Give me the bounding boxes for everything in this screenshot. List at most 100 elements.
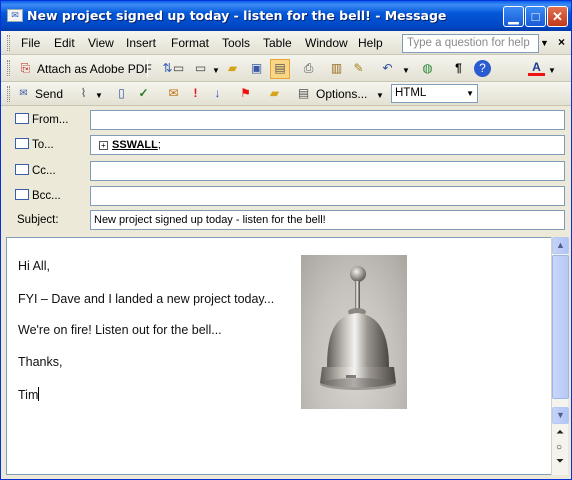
cc-button[interactable]: Cc...	[15, 161, 83, 181]
flag-icon[interactable]: ⚑	[237, 85, 254, 102]
new-document-icon[interactable]: ▭	[170, 60, 187, 77]
address-book-icon[interactable]: ▯	[113, 85, 130, 102]
menu-format[interactable]: Format	[171, 36, 209, 50]
attach-as-pdf-button[interactable]: Attach as Adobe PDF	[37, 62, 152, 76]
envelope-icon: ✉	[7, 9, 23, 22]
question-dropdown-icon[interactable]: ▼	[540, 38, 549, 48]
signature: Tim	[18, 388, 39, 402]
menu-insert[interactable]: Insert	[126, 36, 156, 50]
importance-high-icon[interactable]: !	[187, 85, 204, 102]
message-window: ✉ New project signed up today - listen f…	[0, 0, 572, 480]
from-label: From...	[32, 114, 69, 126]
print-preview-icon[interactable]: ▭	[192, 60, 209, 77]
address-book-icon	[15, 164, 29, 175]
menu-help[interactable]: Help	[358, 36, 383, 50]
message-body[interactable]: Hi All, FYI – Dave and I landed a new pr…	[6, 237, 551, 475]
address-book-icon	[15, 189, 29, 200]
close-document-icon[interactable]: ×	[558, 35, 565, 49]
body-line: Hi All,	[18, 259, 50, 273]
hyperlink-icon[interactable]: ◍	[419, 60, 436, 77]
spell-check-icon[interactable]: ✓	[135, 85, 152, 102]
font-color-icon[interactable]: A	[528, 59, 545, 76]
scroll-up-icon[interactable]: ▲	[552, 237, 569, 254]
standard-toolbar: ⎘ Attach as Adobe PDF ⇅ ▭ ▭ ▼ ▰ ▣ ▤ ⎙ ▥ …	[1, 55, 571, 82]
paperclip-icon[interactable]: ⌇	[75, 85, 92, 102]
format-painter-icon[interactable]: ✎	[350, 60, 367, 77]
to-field[interactable]: + SSWALL;	[90, 135, 565, 155]
maximize-button[interactable]: □	[525, 6, 546, 27]
menu-file[interactable]: File	[21, 36, 40, 50]
insert-item-icon[interactable]: ✉	[165, 85, 182, 102]
next-page-icon[interactable]: ⏷	[556, 456, 564, 467]
address-book-icon	[15, 138, 29, 149]
menu-bar: File Edit View Insert Format Tools Table…	[1, 31, 571, 55]
from-button[interactable]: From...	[15, 110, 83, 130]
options-dropdown-icon[interactable]: ▼	[376, 91, 384, 100]
text-cursor	[38, 387, 40, 401]
to-separator: ;	[157, 139, 161, 151]
send-button[interactable]: Send	[35, 87, 63, 101]
menu-window[interactable]: Window	[305, 36, 348, 50]
body-line: Thanks,	[18, 355, 63, 369]
previous-page-icon[interactable]: ⏶	[556, 427, 564, 438]
paste-icon[interactable]: ▥	[328, 60, 345, 77]
window-title: New project signed up today - listen for…	[27, 8, 447, 23]
format-dropdown-icon[interactable]: ▼	[466, 89, 474, 98]
menu-tools[interactable]: Tools	[222, 36, 250, 50]
dropdown-arrow-icon[interactable]: ▼	[212, 66, 220, 75]
from-field[interactable]	[90, 110, 565, 130]
cc-field[interactable]	[90, 161, 565, 181]
print-icon[interactable]: ⎙	[300, 60, 317, 77]
bcc-label: Bcc...	[32, 190, 61, 202]
help-question-input[interactable]: Type a question for help	[402, 34, 539, 53]
menu-edit[interactable]: Edit	[54, 36, 75, 50]
attach-dropdown-icon[interactable]: ▼	[95, 91, 103, 100]
bcc-button[interactable]: Bcc...	[15, 186, 83, 206]
body-line: FYI – Dave and I landed a new project to…	[18, 292, 275, 306]
message-header: From... To... + SSWALL; Cc... Bcc... Subj…	[1, 106, 571, 234]
bell-image	[301, 255, 407, 409]
message-format-select[interactable]: HTML ▼	[391, 84, 478, 103]
vertical-scrollbar[interactable]: ▲ ▼ ⏶ ○ ⏷	[551, 237, 569, 475]
close-button[interactable]: ✕	[547, 6, 568, 27]
minimize-button[interactable]: ▁	[503, 6, 524, 27]
permission-icon[interactable]: ▤	[270, 59, 290, 79]
undo-dropdown-icon[interactable]: ▼	[402, 66, 410, 75]
undo-icon[interactable]: ↶	[379, 60, 396, 77]
expand-list-icon[interactable]: +	[99, 141, 108, 150]
send-icon: ✉	[19, 88, 28, 99]
menu-table[interactable]: Table	[263, 36, 292, 50]
save-icon[interactable]: ▣	[248, 60, 265, 77]
select-browse-object-icon[interactable]: ○	[556, 442, 562, 453]
pdf-icon: ⎘	[20, 61, 31, 75]
scroll-down-icon[interactable]: ▼	[552, 407, 569, 424]
toolbar-grip[interactable]	[7, 86, 10, 102]
message-format-value: HTML	[395, 87, 427, 99]
body-line-signature: Tim	[18, 387, 40, 402]
show-formatting-icon[interactable]: ¶	[450, 60, 467, 77]
menu-grip[interactable]	[7, 35, 10, 51]
font-color-dropdown-icon[interactable]: ▼	[548, 66, 556, 75]
open-folder-icon[interactable]: ▰	[224, 60, 241, 77]
separator	[147, 59, 148, 77]
subject-label: Subject:	[17, 214, 59, 226]
help-icon[interactable]: ?	[474, 60, 491, 77]
options-icon: ▤	[297, 86, 310, 100]
bell-drawing	[320, 266, 396, 390]
scroll-thumb[interactable]	[552, 255, 569, 399]
to-recipient[interactable]: SSWALL	[112, 139, 158, 151]
bcc-field[interactable]	[90, 186, 565, 206]
subject-field[interactable]: New project signed up today - listen for…	[90, 210, 565, 230]
options-button[interactable]: Options...	[316, 87, 367, 101]
envelope-options-icon[interactable]: ▰	[266, 85, 283, 102]
toolbar-grip[interactable]	[7, 60, 10, 76]
to-button[interactable]: To...	[15, 135, 83, 155]
importance-low-icon[interactable]: ↓	[209, 85, 226, 102]
address-book-icon	[15, 113, 29, 124]
title-bar: ✉ New project signed up today - listen f…	[1, 1, 571, 31]
to-label: To...	[32, 139, 54, 151]
cc-label: Cc...	[32, 165, 56, 177]
menu-view[interactable]: View	[88, 36, 114, 50]
email-toolbar: ✉ Send ⌇ ▼ ▯ ✓ ✉ ! ↓ ⚑ ▰ ▤ Options... ▼ …	[1, 82, 571, 106]
body-line: We're on fire! Listen out for the bell..…	[18, 323, 222, 337]
